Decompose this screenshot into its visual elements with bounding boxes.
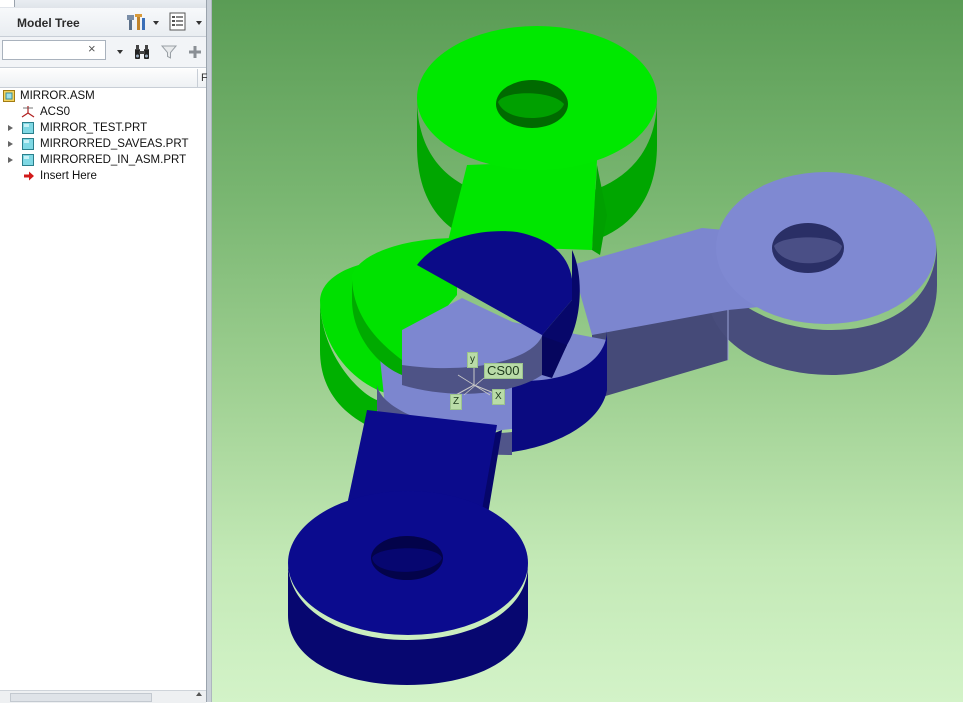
tree-filters-dropdown-arrow[interactable] [196,21,202,25]
model-tree-header: Model Tree [0,8,206,37]
tree-item-mirrorred-in-asm-prt[interactable]: MIRRORRED_IN_ASM.PRT [0,152,206,168]
model-tree-tab[interactable] [0,0,15,7]
part-icon [22,154,34,166]
assembly-icon [3,90,15,102]
model-render [288,26,937,685]
column-separator[interactable] [197,69,198,87]
settings-tools-icon[interactable] [126,12,148,32]
add-column-icon[interactable] [186,43,204,61]
model-tree-searchbar: × [0,37,206,68]
tree-item-mirror-asm[interactable]: MIRROR.ASM [0,88,206,104]
part-icon [22,122,34,134]
expand-arrow-icon[interactable] [8,125,13,131]
expand-arrow-icon[interactable] [8,141,13,147]
csys-z-axis-label: Z [450,394,463,410]
binoculars-find-icon[interactable] [133,43,151,61]
tree-item-mirrorred-saveas-prt[interactable]: MIRRORRED_SAVEAS.PRT [0,136,206,152]
csys-icon [21,106,35,118]
tree-item-label: MIRROR_TEST.PRT [40,122,148,134]
csys-name-label: CS00 [484,363,523,379]
tree-item-label: MIRRORRED_IN_ASM.PRT [40,154,187,166]
scrollbar-thumb[interactable] [10,693,152,702]
tree-item-label: ACS0 [40,106,71,118]
filter-icon[interactable] [160,43,178,61]
horizontal-scrollbar[interactable] [0,690,206,703]
clear-icon[interactable]: × [88,42,96,56]
csys-x-axis-label: X [492,389,505,405]
tree-item-label: MIRROR.ASM [20,90,95,102]
part-icon [22,138,34,150]
tree-item-label: Insert Here [40,170,97,182]
tree-item-label: MIRRORRED_SAVEAS.PRT [40,138,189,150]
search-dropdown-arrow[interactable] [117,50,123,54]
scroll-arrow-icon[interactable] [196,692,202,696]
tree-item-insert-here[interactable]: Insert Here [0,168,206,184]
tree-column-header[interactable]: F [0,69,208,88]
expand-arrow-icon[interactable] [8,157,13,163]
csys-y-axis-label: y [467,352,478,368]
tree-item-acs0[interactable]: ACS0 [0,104,206,120]
insert-arrow-icon [24,171,34,181]
tree-filters-icon[interactable] [168,12,190,32]
graphics-viewport[interactable]: CS00 y Z X [212,0,963,702]
model-tree-title: Model Tree [17,16,80,30]
tree-item-mirror-test-prt[interactable]: MIRROR_TEST.PRT [0,120,206,136]
blue-part [288,410,528,685]
settings-dropdown-arrow[interactable] [153,21,159,25]
model-tree-panel: Model Tree × F MIRROR.ASM ACS0 MIRROR_TE… [0,0,208,703]
